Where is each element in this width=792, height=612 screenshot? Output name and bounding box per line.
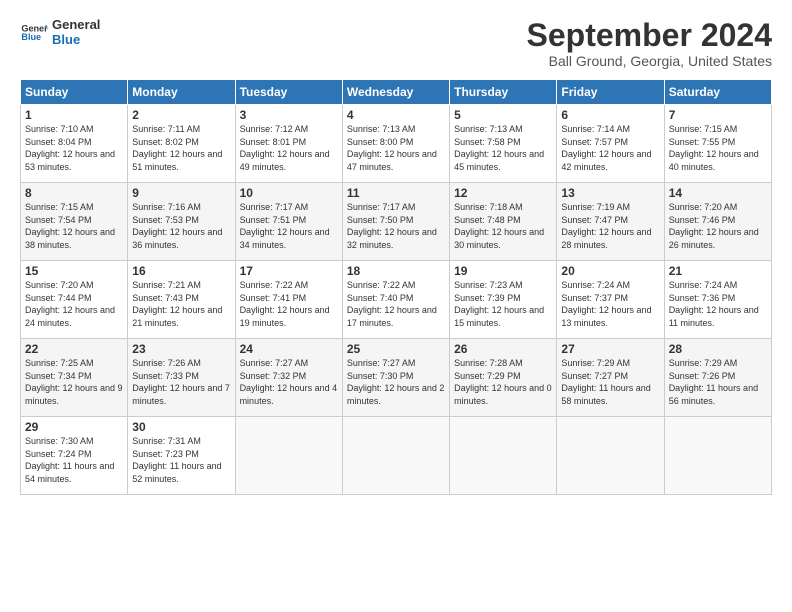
header-monday: Monday [128, 80, 235, 105]
main-title: September 2024 [527, 18, 772, 53]
header-tuesday: Tuesday [235, 80, 342, 105]
logo-line2: Blue [52, 33, 100, 48]
day-23: 23 Sunrise: 7:26 AMSunset: 7:33 PMDaylig… [128, 339, 235, 417]
day-7: 7 Sunrise: 7:15 AMSunset: 7:55 PMDayligh… [664, 105, 771, 183]
day-30: 30 Sunrise: 7:31 AMSunset: 7:23 PMDaylig… [128, 417, 235, 495]
empty-cell-4 [557, 417, 664, 495]
empty-cell-2 [342, 417, 449, 495]
empty-cell-5 [664, 417, 771, 495]
empty-cell-3 [450, 417, 557, 495]
day-5: 5 Sunrise: 7:13 AMSunset: 7:58 PMDayligh… [450, 105, 557, 183]
subtitle: Ball Ground, Georgia, United States [527, 53, 772, 69]
header: General Blue General Blue September 2024… [20, 18, 772, 69]
day-15: 15 Sunrise: 7:20 AMSunset: 7:44 PMDaylig… [21, 261, 128, 339]
week-row-5: 29 Sunrise: 7:30 AMSunset: 7:24 PMDaylig… [21, 417, 772, 495]
day-24: 24 Sunrise: 7:27 AMSunset: 7:32 PMDaylig… [235, 339, 342, 417]
day-26: 26 Sunrise: 7:28 AMSunset: 7:29 PMDaylig… [450, 339, 557, 417]
header-saturday: Saturday [664, 80, 771, 105]
day-22: 22 Sunrise: 7:25 AMSunset: 7:34 PMDaylig… [21, 339, 128, 417]
logo-icon: General Blue [20, 19, 48, 47]
header-friday: Friday [557, 80, 664, 105]
day-16: 16 Sunrise: 7:21 AMSunset: 7:43 PMDaylig… [128, 261, 235, 339]
page: General Blue General Blue September 2024… [0, 0, 792, 612]
week-row-2: 8 Sunrise: 7:15 AMSunset: 7:54 PMDayligh… [21, 183, 772, 261]
day-6: 6 Sunrise: 7:14 AMSunset: 7:57 PMDayligh… [557, 105, 664, 183]
day-10: 10 Sunrise: 7:17 AMSunset: 7:51 PMDaylig… [235, 183, 342, 261]
day-28: 28 Sunrise: 7:29 AMSunset: 7:26 PMDaylig… [664, 339, 771, 417]
svg-text:Blue: Blue [21, 32, 41, 42]
empty-cell-1 [235, 417, 342, 495]
day-4: 4 Sunrise: 7:13 AMSunset: 8:00 PMDayligh… [342, 105, 449, 183]
week-row-1: 1 Sunrise: 7:10 AMSunset: 8:04 PMDayligh… [21, 105, 772, 183]
day-17: 17 Sunrise: 7:22 AMSunset: 7:41 PMDaylig… [235, 261, 342, 339]
day-1: 1 Sunrise: 7:10 AMSunset: 8:04 PMDayligh… [21, 105, 128, 183]
week-row-3: 15 Sunrise: 7:20 AMSunset: 7:44 PMDaylig… [21, 261, 772, 339]
logo: General Blue General Blue [20, 18, 100, 48]
logo-line1: General [52, 18, 100, 33]
day-2: 2 Sunrise: 7:11 AMSunset: 8:02 PMDayligh… [128, 105, 235, 183]
day-25: 25 Sunrise: 7:27 AMSunset: 7:30 PMDaylig… [342, 339, 449, 417]
header-sunday: Sunday [21, 80, 128, 105]
day-18: 18 Sunrise: 7:22 AMSunset: 7:40 PMDaylig… [342, 261, 449, 339]
calendar-header-row: Sunday Monday Tuesday Wednesday Thursday… [21, 80, 772, 105]
day-20: 20 Sunrise: 7:24 AMSunset: 7:37 PMDaylig… [557, 261, 664, 339]
calendar: Sunday Monday Tuesday Wednesday Thursday… [20, 79, 772, 495]
title-block: September 2024 Ball Ground, Georgia, Uni… [527, 18, 772, 69]
day-19: 19 Sunrise: 7:23 AMSunset: 7:39 PMDaylig… [450, 261, 557, 339]
day-8: 8 Sunrise: 7:15 AMSunset: 7:54 PMDayligh… [21, 183, 128, 261]
header-wednesday: Wednesday [342, 80, 449, 105]
day-12: 12 Sunrise: 7:18 AMSunset: 7:48 PMDaylig… [450, 183, 557, 261]
day-11: 11 Sunrise: 7:17 AMSunset: 7:50 PMDaylig… [342, 183, 449, 261]
header-thursday: Thursday [450, 80, 557, 105]
day-27: 27 Sunrise: 7:29 AMSunset: 7:27 PMDaylig… [557, 339, 664, 417]
week-row-4: 22 Sunrise: 7:25 AMSunset: 7:34 PMDaylig… [21, 339, 772, 417]
day-21: 21 Sunrise: 7:24 AMSunset: 7:36 PMDaylig… [664, 261, 771, 339]
day-3: 3 Sunrise: 7:12 AMSunset: 8:01 PMDayligh… [235, 105, 342, 183]
day-14: 14 Sunrise: 7:20 AMSunset: 7:46 PMDaylig… [664, 183, 771, 261]
day-13: 13 Sunrise: 7:19 AMSunset: 7:47 PMDaylig… [557, 183, 664, 261]
day-9: 9 Sunrise: 7:16 AMSunset: 7:53 PMDayligh… [128, 183, 235, 261]
day-29: 29 Sunrise: 7:30 AMSunset: 7:24 PMDaylig… [21, 417, 128, 495]
